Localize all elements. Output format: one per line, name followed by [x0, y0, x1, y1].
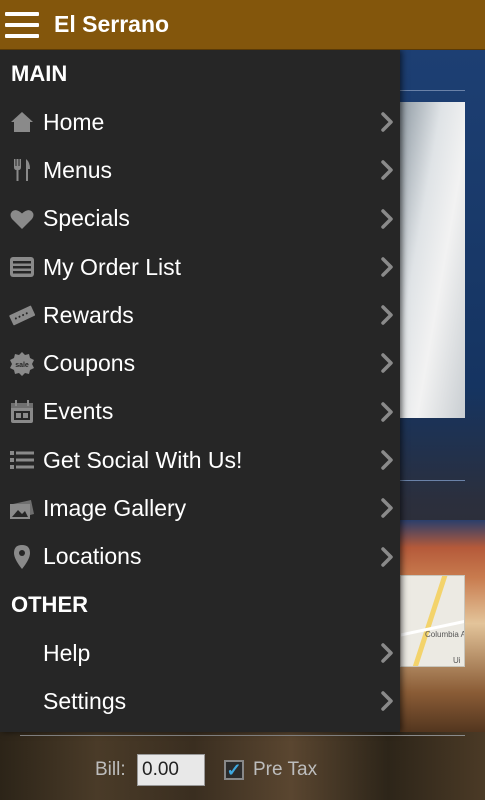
chevron-right-icon	[380, 498, 394, 519]
drawer-item-label: Coupons	[43, 350, 136, 377]
divider	[400, 90, 465, 91]
chevron-right-icon	[380, 208, 394, 229]
chevron-right-icon	[380, 112, 394, 132]
bill-label: Bill:	[95, 759, 126, 780]
drawer-item-coupons[interactable]: sale Coupons	[0, 339, 400, 387]
svg-text:sale: sale	[15, 362, 29, 369]
menu-toggle-icon[interactable]	[5, 11, 39, 38]
drawer-item-label: Get Social With Us!	[43, 446, 243, 473]
drawer-item-locations[interactable]: Locations	[0, 533, 400, 581]
map-pin-icon	[0, 533, 43, 581]
sale-tag-icon: sale	[0, 340, 43, 388]
map-street-label: Columbia Av	[425, 630, 464, 639]
app-bar: El Serrano	[0, 0, 485, 50]
drawer-item-label: Settings	[43, 687, 127, 714]
drawer-item-label: Locations	[43, 543, 142, 570]
icon-spacer	[0, 677, 43, 725]
section-header-main: MAIN	[11, 61, 68, 86]
drawer-item-events[interactable]: Events	[0, 388, 400, 436]
heart-icon	[0, 195, 43, 243]
drawer-item-my-order-list[interactable]: My Order List	[0, 243, 400, 291]
chevron-right-icon	[380, 450, 394, 470]
map-street-label: Ui	[453, 656, 461, 665]
chevron-right-icon	[380, 353, 394, 374]
drawer-item-help[interactable]: Help	[0, 629, 400, 677]
gallery-icon	[0, 485, 43, 533]
drawer-item-settings[interactable]: Settings	[0, 677, 400, 725]
app-title: El Serrano	[54, 11, 170, 37]
divider	[20, 735, 465, 736]
fork-knife-icon	[0, 146, 43, 194]
chevron-right-icon	[380, 546, 394, 567]
chevron-right-icon	[380, 160, 394, 181]
drawer-item-label: Specials	[43, 205, 130, 232]
drawer-item-specials[interactable]: Specials	[0, 195, 400, 243]
list-box-icon	[0, 243, 43, 291]
drawer-item-label: Rewards	[43, 301, 134, 328]
divider	[400, 480, 465, 481]
pretax-label: Pre Tax	[253, 759, 318, 780]
calendar-icon	[0, 388, 43, 436]
chevron-right-icon	[380, 402, 394, 422]
other-menu-list: Help Settings	[0, 629, 400, 726]
bill-row: Bill: ✓ Pre Tax	[0, 752, 485, 788]
bulleted-list-icon	[0, 436, 43, 484]
drawer-item-label: Events	[43, 398, 114, 425]
main-menu-list: Home Menus Specials My Order List Rewards sal…	[0, 98, 400, 581]
navigation-drawer: MAIN Home Menus Specials My Order List Rewar…	[0, 50, 400, 732]
location-map[interactable]: Columbia Av Ui	[400, 575, 465, 667]
featured-image	[400, 102, 465, 418]
icon-spacer	[0, 629, 43, 677]
bill-input[interactable]	[137, 754, 205, 786]
drawer-item-get-social-with-us[interactable]: Get Social With Us!	[0, 436, 400, 484]
chevron-right-icon	[380, 691, 394, 712]
chevron-right-icon	[380, 305, 394, 325]
drawer-item-label: Image Gallery	[43, 495, 187, 522]
pretax-checkbox[interactable]: ✓	[224, 760, 244, 780]
drawer-item-image-gallery[interactable]: Image Gallery	[0, 484, 400, 532]
chevron-right-icon	[380, 257, 394, 277]
drawer-item-label: Help	[43, 639, 91, 666]
drawer-item-label: Home	[43, 108, 105, 135]
home-icon	[0, 98, 43, 146]
section-header-other: OTHER	[11, 591, 88, 617]
drawer-item-home[interactable]: Home	[0, 98, 400, 146]
drawer-item-menus[interactable]: Menus	[0, 146, 400, 194]
chevron-right-icon	[380, 643, 394, 663]
drawer-item-label: Menus	[43, 156, 113, 183]
drawer-item-label: My Order List	[43, 253, 182, 280]
drawer-item-rewards[interactable]: Rewards	[0, 291, 400, 339]
ticket-icon	[0, 291, 43, 339]
